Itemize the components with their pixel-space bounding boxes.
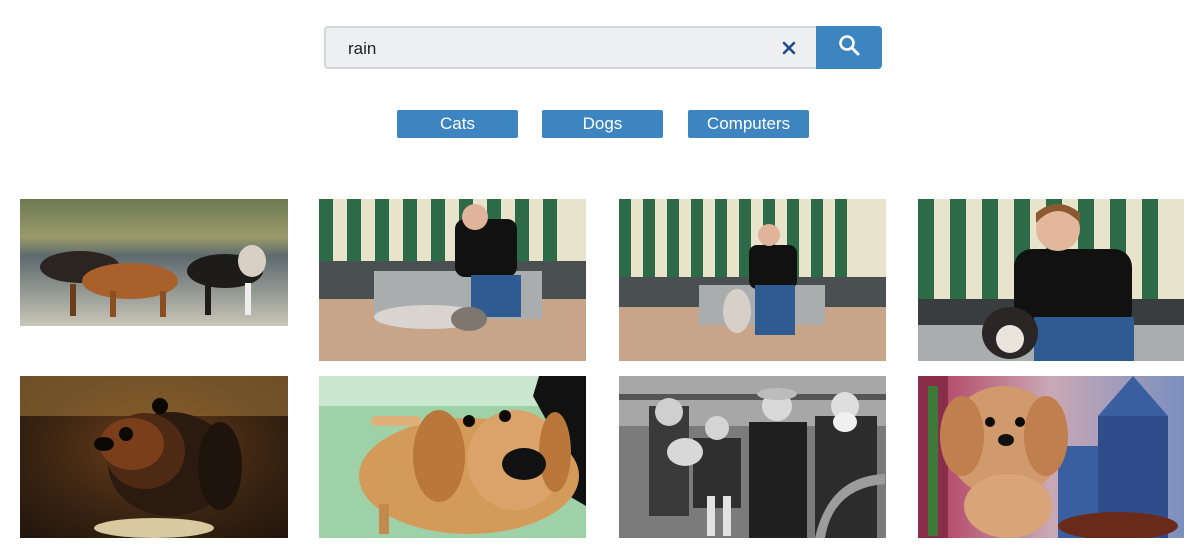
search-icon: [837, 33, 861, 62]
woman-sitting-with-husky-photo: [619, 199, 886, 361]
image-thumbnail[interactable]: [918, 199, 1184, 361]
image-thumbnail[interactable]: [319, 376, 586, 538]
dogs-on-beach-photo: [20, 199, 288, 326]
image-thumbnail[interactable]: [20, 376, 288, 538]
image-thumbnail[interactable]: [619, 199, 886, 361]
woman-with-husky-photo: [319, 199, 586, 361]
image-thumbnail[interactable]: [20, 199, 288, 326]
smiling-woman-with-husky-photo: [918, 199, 1184, 361]
dachshund-photo: [20, 376, 288, 538]
search-field[interactable]: [324, 26, 816, 69]
golden-dog-photo: [319, 376, 586, 538]
image-thumbnail[interactable]: [619, 376, 886, 538]
clear-search-button[interactable]: [776, 37, 802, 63]
search-input[interactable]: [346, 36, 770, 62]
image-thumbnail[interactable]: [319, 199, 586, 361]
vintage-group-photo: [619, 376, 886, 538]
category-button-cats[interactable]: Cats: [397, 110, 518, 138]
close-icon: [782, 41, 796, 60]
image-thumbnail[interactable]: [918, 376, 1184, 538]
search-bar: [324, 26, 882, 69]
category-button-dogs[interactable]: Dogs: [542, 110, 663, 138]
category-button-computers[interactable]: Computers: [688, 110, 809, 138]
fluffy-dog-castle-photo: [918, 376, 1184, 538]
search-button[interactable]: [816, 26, 882, 69]
